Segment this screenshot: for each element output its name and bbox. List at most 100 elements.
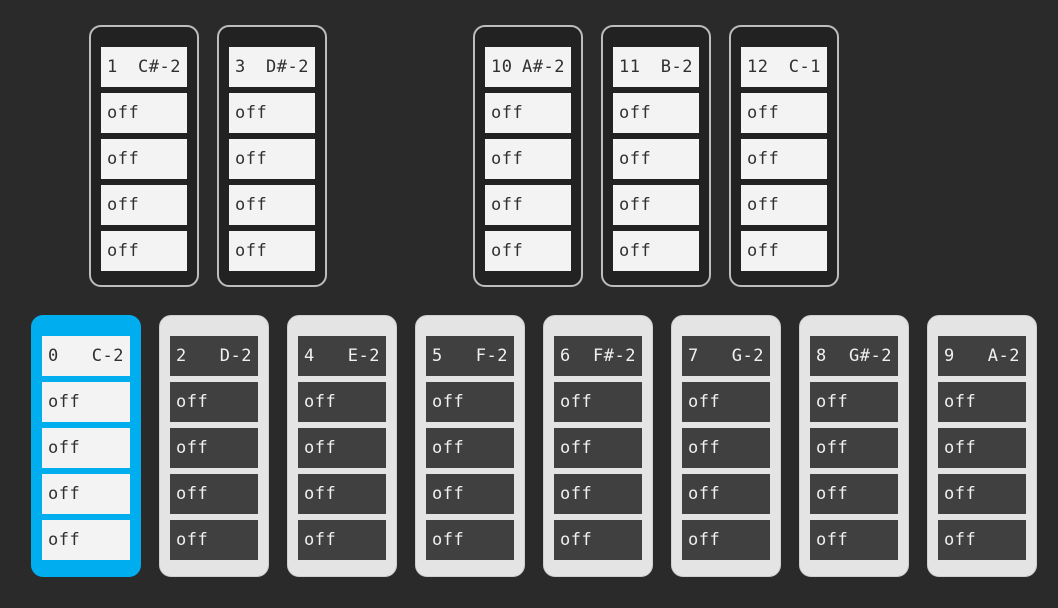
key-index: 3 [235, 57, 246, 77]
slot-field[interactable]: off [298, 382, 386, 422]
slot-field[interactable]: off [810, 520, 898, 560]
key-index: 2 [176, 346, 187, 366]
key-note: G-2 [731, 346, 764, 366]
slot-field[interactable]: off [485, 139, 571, 179]
key-index: 12 [747, 57, 769, 77]
slot-field[interactable]: off [485, 185, 571, 225]
slot-field[interactable]: off [101, 93, 187, 133]
slot-field[interactable]: off [298, 428, 386, 468]
key-note: B-2 [660, 57, 693, 77]
key-index: 7 [688, 346, 699, 366]
slot-field[interactable]: off [229, 93, 315, 133]
key-8-g-sharp[interactable]: 8 G#-2 off off off off [799, 315, 909, 577]
slot-field[interactable]: off [170, 428, 258, 468]
slot-field[interactable]: off [938, 474, 1026, 514]
slot-field[interactable]: off [229, 231, 315, 271]
slot-field[interactable]: off [810, 474, 898, 514]
slot-field[interactable]: off [170, 382, 258, 422]
slot-field[interactable]: off [170, 520, 258, 560]
key-note: C-2 [91, 346, 124, 366]
slot-field[interactable]: off [42, 428, 130, 468]
slot-field[interactable]: off [42, 520, 130, 560]
key-2-d[interactable]: 2 D-2 off off off off [159, 315, 269, 577]
slot-field[interactable]: off [426, 520, 514, 560]
slot-field[interactable]: off [554, 428, 642, 468]
key-index: 9 [944, 346, 955, 366]
slot-field[interactable]: off [938, 520, 1026, 560]
key-header: 7 G-2 [682, 336, 770, 376]
key-6-f-sharp[interactable]: 6 F#-2 off off off off [543, 315, 653, 577]
slot-field[interactable]: off [229, 185, 315, 225]
slot-field[interactable]: off [426, 428, 514, 468]
slot-field[interactable]: off [613, 139, 699, 179]
key-note: C-1 [788, 57, 821, 77]
key-note: C#-2 [138, 57, 181, 77]
slot-field[interactable]: off [554, 520, 642, 560]
key-index: 11 [619, 57, 641, 77]
key-note: G#-2 [849, 346, 892, 366]
key-note: D#-2 [266, 57, 309, 77]
slot-field[interactable]: off [485, 231, 571, 271]
slot-field[interactable]: off [426, 382, 514, 422]
key-note: F-2 [475, 346, 508, 366]
key-index: 4 [304, 346, 315, 366]
key-note: D-2 [219, 346, 252, 366]
slot-field[interactable]: off [101, 185, 187, 225]
slot-field[interactable]: off [938, 382, 1026, 422]
slot-field[interactable]: off [741, 139, 827, 179]
key-header: 6 F#-2 [554, 336, 642, 376]
key-header: 12 C-1 [741, 47, 827, 87]
slot-field[interactable]: off [613, 231, 699, 271]
slot-field[interactable]: off [682, 428, 770, 468]
slot-field[interactable]: off [101, 139, 187, 179]
slot-field[interactable]: off [554, 382, 642, 422]
key-header: 8 G#-2 [810, 336, 898, 376]
key-header: 5 F-2 [426, 336, 514, 376]
key-5-f[interactable]: 5 F-2 off off off off [415, 315, 525, 577]
slot-field[interactable]: off [42, 474, 130, 514]
slot-field[interactable]: off [101, 231, 187, 271]
key-header: 3 D#-2 [229, 47, 315, 87]
key-index: 6 [560, 346, 571, 366]
key-note: A#-2 [522, 57, 565, 77]
slot-field[interactable]: off [682, 474, 770, 514]
slot-field[interactable]: off [810, 382, 898, 422]
slot-field[interactable]: off [42, 382, 130, 422]
slot-field[interactable]: off [938, 428, 1026, 468]
key-index: 5 [432, 346, 443, 366]
key-10-a-sharp[interactable]: 10 A#-2 off off off off [473, 25, 583, 287]
key-header: 2 D-2 [170, 336, 258, 376]
key-1-c-sharp[interactable]: 1 C#-2 off off off off [89, 25, 199, 287]
key-index: 1 [107, 57, 118, 77]
slot-field[interactable]: off [682, 520, 770, 560]
key-note: E-2 [347, 346, 380, 366]
slot-field[interactable]: off [229, 139, 315, 179]
slot-field[interactable]: off [741, 185, 827, 225]
key-9-a[interactable]: 9 A-2 off off off off [927, 315, 1037, 577]
key-header: 10 A#-2 [485, 47, 571, 87]
slot-field[interactable]: off [170, 474, 258, 514]
slot-field[interactable]: off [810, 428, 898, 468]
key-header: 9 A-2 [938, 336, 1026, 376]
key-note: A-2 [987, 346, 1020, 366]
key-11-b[interactable]: 11 B-2 off off off off [601, 25, 711, 287]
slot-field[interactable]: off [741, 93, 827, 133]
slot-field[interactable]: off [485, 93, 571, 133]
slot-field[interactable]: off [613, 185, 699, 225]
key-4-e[interactable]: 4 E-2 off off off off [287, 315, 397, 577]
key-12-c[interactable]: 12 C-1 off off off off [729, 25, 839, 287]
key-index: 8 [816, 346, 827, 366]
key-header: 0 C-2 [42, 336, 130, 376]
key-header: 1 C#-2 [101, 47, 187, 87]
slot-field[interactable]: off [426, 474, 514, 514]
slot-field[interactable]: off [741, 231, 827, 271]
slot-field[interactable]: off [554, 474, 642, 514]
key-0-c-selected[interactable]: 0 C-2 off off off off [31, 315, 141, 577]
slot-field[interactable]: off [298, 474, 386, 514]
slot-field[interactable]: off [682, 382, 770, 422]
key-index: 0 [48, 346, 59, 366]
key-7-g[interactable]: 7 G-2 off off off off [671, 315, 781, 577]
slot-field[interactable]: off [613, 93, 699, 133]
key-3-d-sharp[interactable]: 3 D#-2 off off off off [217, 25, 327, 287]
slot-field[interactable]: off [298, 520, 386, 560]
